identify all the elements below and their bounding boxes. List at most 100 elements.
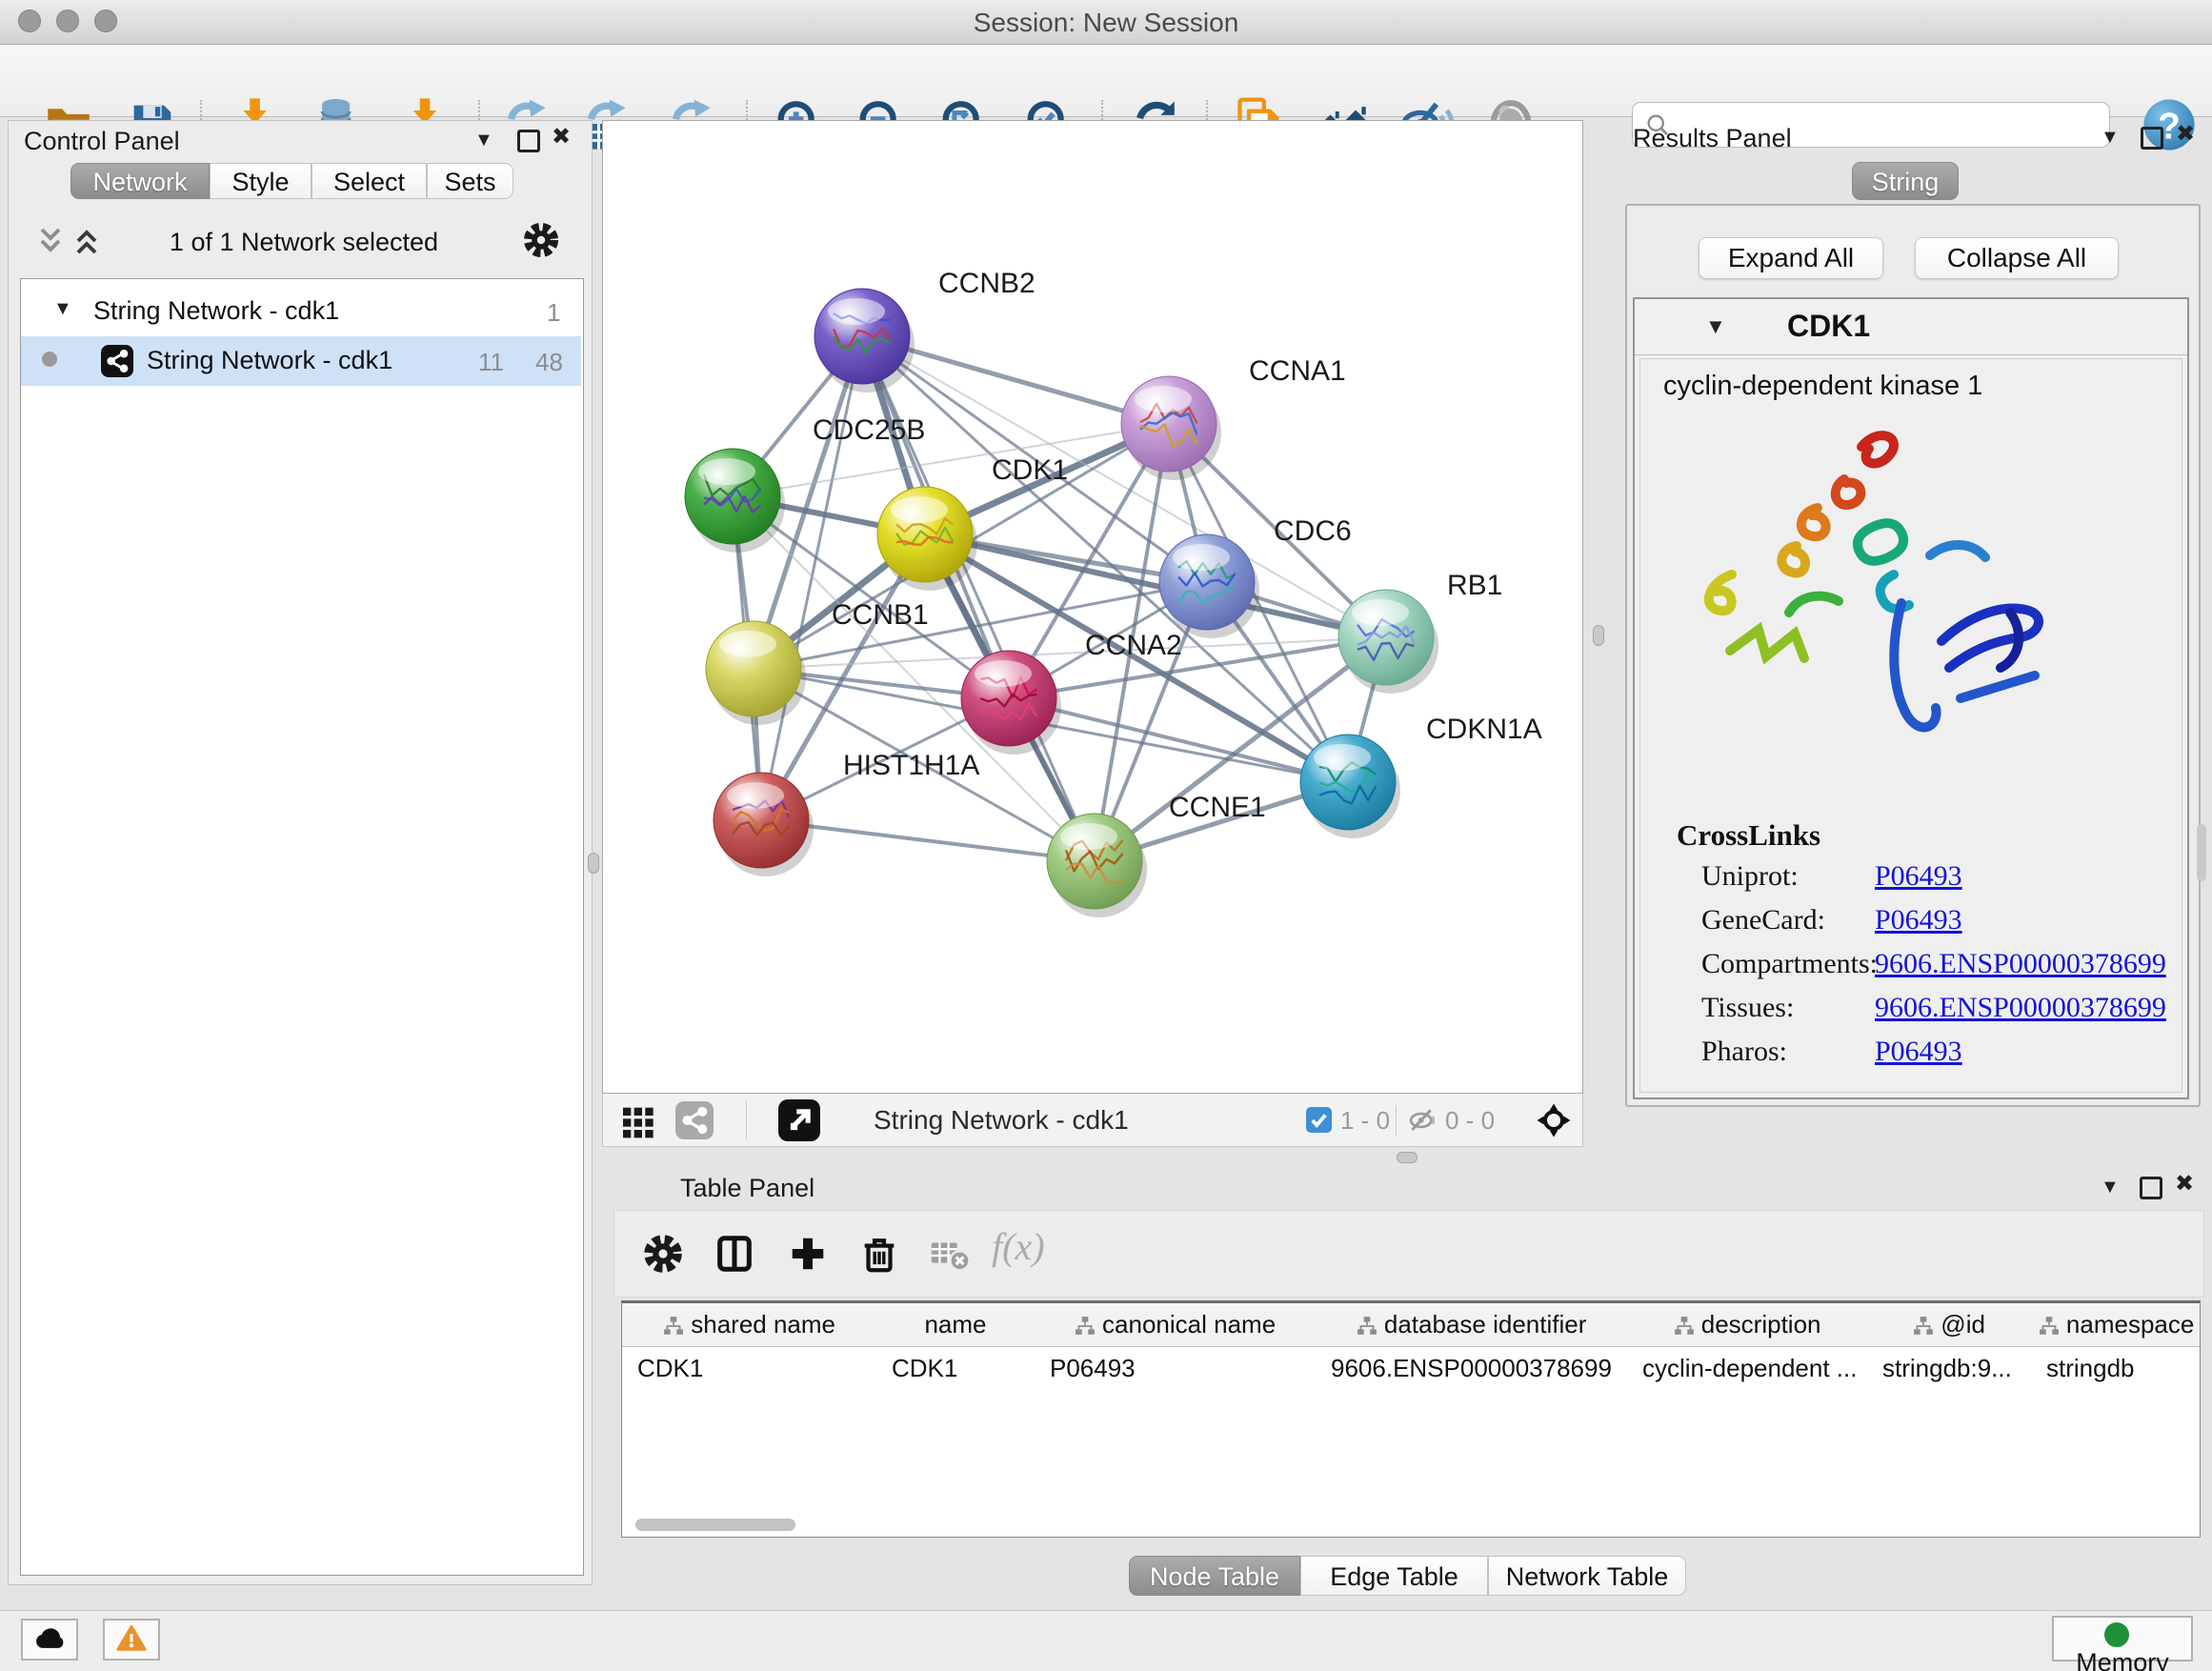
- undock-panel-icon[interactable]: [517, 130, 540, 152]
- node-gloss-highlight: [719, 631, 776, 657]
- delete-table-icon[interactable]: [927, 1232, 971, 1276]
- view-toolbar-separator: [746, 1101, 747, 1139]
- collapse-all-networks-icon[interactable]: [70, 224, 104, 258]
- crosslink-link[interactable]: P06493: [1875, 860, 1962, 893]
- crosslink-row: Uniprot:P06493: [1640, 860, 2182, 904]
- table-hscrollbar-thumb[interactable]: [635, 1519, 795, 1531]
- tab-node-table[interactable]: Node Table: [1129, 1556, 1300, 1596]
- table-cell[interactable]: 9606.ENSP00000378699: [1331, 1347, 1623, 1389]
- collapse-all-button[interactable]: Collapse All: [1915, 237, 2119, 279]
- cloud-status-button[interactable]: [21, 1619, 78, 1661]
- left-splitter-handle[interactable]: [588, 853, 599, 874]
- column-header[interactable]: shared name: [622, 1303, 877, 1347]
- network-tree-root-row[interactable]: ▼ String Network - cdk1 1: [21, 287, 581, 336]
- collapse-section-icon[interactable]: ▼: [1705, 314, 1726, 339]
- results-panel-title: Results Panel: [1633, 124, 1792, 153]
- crosslinks-title: CrossLinks: [1677, 818, 1820, 853]
- table-tabs: Node TableEdge TableNetwork Table: [610, 1556, 2206, 1596]
- network-tree-child-row[interactable]: String Network - cdk1 11 48: [21, 336, 581, 386]
- expand-all-networks-icon[interactable]: [33, 224, 68, 258]
- crosslink-link[interactable]: P06493: [1875, 1036, 1962, 1068]
- tree-expand-icon[interactable]: ▼: [53, 298, 72, 320]
- tab-sets[interactable]: Sets: [427, 163, 513, 199]
- network-node-label: CDKN1A: [1426, 714, 1542, 745]
- column-header[interactable]: canonical name: [1035, 1303, 1317, 1347]
- table-cell[interactable]: stringdb: [2046, 1347, 2198, 1389]
- protein-description: cyclin-dependent kinase 1: [1663, 371, 1982, 402]
- bottom-splitter-handle[interactable]: [1397, 1152, 1418, 1163]
- crosslink-row: Pharos:P06493: [1640, 1036, 2182, 1079]
- detach-view-icon[interactable]: [778, 1099, 820, 1141]
- tab-network-table[interactable]: Network Table: [1488, 1556, 1686, 1596]
- crosslink-link[interactable]: 9606.ENSP00000378699: [1875, 948, 2166, 980]
- column-header[interactable]: description: [1627, 1303, 1868, 1347]
- table-cell[interactable]: CDK1: [637, 1347, 873, 1389]
- undock-panel-icon[interactable]: [2141, 127, 2163, 150]
- network-view-toolbar: String Network - cdk1 1 - 0 0 - 0: [602, 1094, 1583, 1147]
- column-header[interactable]: database identifier: [1316, 1303, 1628, 1347]
- table-options-gear-icon[interactable]: [641, 1232, 685, 1276]
- create-column-plus-icon[interactable]: [786, 1232, 830, 1276]
- edge-count: 48: [535, 348, 563, 377]
- network-node-label: CDC6: [1274, 515, 1352, 547]
- float-panel-icon[interactable]: ▼: [2101, 124, 2120, 151]
- network-node-label: HIST1H1A: [843, 750, 979, 781]
- tab-style[interactable]: Style: [210, 163, 312, 199]
- float-panel-icon[interactable]: ▼: [2101, 1174, 2120, 1200]
- selected-nodes-edges-count: 1 - 0: [1340, 1106, 1390, 1136]
- crosslink-label: Compartments:: [1701, 948, 1878, 980]
- network-edge[interactable]: [733, 424, 1169, 496]
- grid-view-icon[interactable]: [618, 1101, 656, 1139]
- network-node-label: CCNE1: [1169, 792, 1266, 823]
- results-panel: Results Panel ▼ ✖ String Expand All Coll…: [1619, 120, 2206, 1130]
- hidden-nodes-edges-count: 0 - 0: [1445, 1106, 1495, 1136]
- close-panel-icon[interactable]: ✖: [2176, 121, 2195, 148]
- network-options-gear-icon[interactable]: [521, 220, 561, 260]
- show-columns-icon[interactable]: [713, 1232, 756, 1276]
- selected-checkbox-icon[interactable]: [1306, 1107, 1332, 1133]
- tab-edge-table[interactable]: Edge Table: [1300, 1556, 1488, 1596]
- table-panel: Table Panel ▼ ✖ f(x) shared nameCDK1name…: [610, 1168, 2206, 1606]
- share-view-icon[interactable]: [675, 1101, 714, 1139]
- collection-count: 1: [547, 298, 560, 328]
- crosslink-link[interactable]: 9606.ENSP00000378699: [1875, 992, 2166, 1024]
- protein-details: cyclin-dependent kinase 1: [1639, 358, 2182, 1093]
- protein-structure-image[interactable]: [1675, 413, 2084, 794]
- float-panel-icon[interactable]: ▼: [474, 127, 493, 153]
- expand-all-button[interactable]: Expand All: [1699, 237, 1883, 279]
- network-view: CCNB2CCNA1CDC25BCDK1CDC6RB1CCNB1CCNA2CDK…: [602, 120, 1583, 1147]
- crosslink-link[interactable]: P06493: [1875, 904, 1962, 936]
- results-content-box: Expand All Collapse All ▼ CDK1 cyclin-de…: [1625, 204, 2201, 1107]
- table-cell[interactable]: P06493: [1050, 1347, 1312, 1389]
- crosslink-row: Tissues:9606.ENSP00000378699: [1640, 992, 2182, 1036]
- results-scrollbar-thumb[interactable]: [2197, 824, 2206, 881]
- memory-button[interactable]: Memory: [2052, 1616, 2193, 1661]
- column-header[interactable]: namespace: [2031, 1303, 2201, 1347]
- table-cell[interactable]: cyclin-dependent ...: [1642, 1347, 1863, 1389]
- node-gloss-highlight: [828, 298, 885, 325]
- table-cell[interactable]: CDK1: [892, 1347, 1031, 1389]
- table-cell[interactable]: stringdb:9...: [1882, 1347, 2027, 1389]
- close-panel-icon[interactable]: ✖: [552, 124, 571, 151]
- node-table: shared nameCDK1nameCDK1 canonical nameP0…: [621, 1300, 2201, 1538]
- warnings-button[interactable]: [103, 1619, 160, 1661]
- view-title: String Network - cdk1: [874, 1105, 1129, 1136]
- node-gloss-highlight: [1060, 823, 1117, 850]
- window-title: Session: New Session: [0, 8, 2212, 38]
- current-view-dot-icon: [42, 352, 57, 367]
- close-panel-icon[interactable]: ✖: [2175, 1171, 2194, 1198]
- node-gloss-highlight: [1135, 386, 1192, 413]
- right-splitter-handle[interactable]: [1593, 625, 1604, 646]
- column-header[interactable]: name: [876, 1303, 1036, 1347]
- undock-panel-icon[interactable]: [2140, 1177, 2162, 1199]
- birds-eye-view-icon[interactable]: [1535, 1101, 1573, 1139]
- tab-network[interactable]: Network: [70, 163, 210, 199]
- delete-column-trash-icon[interactable]: [857, 1232, 901, 1276]
- table-toolbar: f(x): [613, 1210, 2204, 1298]
- crosslink-label: GeneCard:: [1701, 904, 1825, 936]
- hidden-eye-slash-icon[interactable]: [1407, 1105, 1438, 1140]
- tab-select[interactable]: Select: [312, 163, 427, 199]
- tab-string[interactable]: String: [1852, 162, 1959, 200]
- network-canvas[interactable]: CCNB2CCNA1CDC25BCDK1CDC6RB1CCNB1CCNA2CDK…: [602, 120, 1583, 1094]
- column-header[interactable]: @id: [1867, 1303, 2032, 1347]
